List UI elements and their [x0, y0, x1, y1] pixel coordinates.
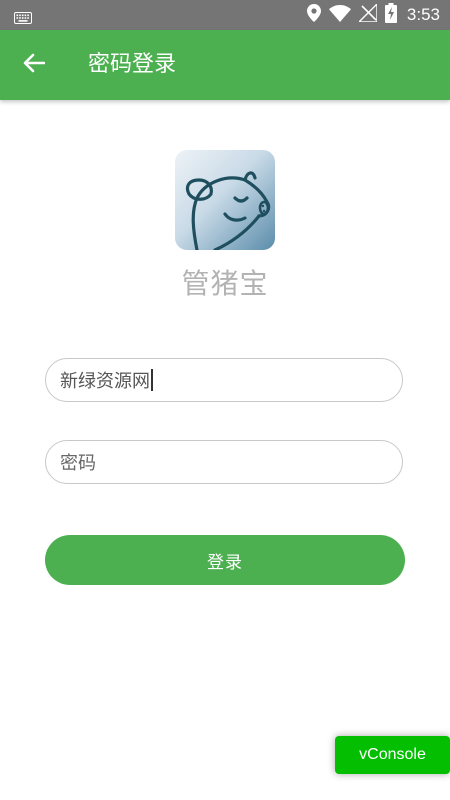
wifi-icon: [328, 4, 351, 26]
password-field[interactable]: 密码: [45, 440, 403, 484]
username-value: 新绿资源网: [60, 371, 150, 392]
text-caret: [151, 369, 153, 391]
arrow-left-icon: [23, 53, 46, 77]
back-button[interactable]: [16, 47, 52, 83]
login-button[interactable]: 登录: [45, 535, 405, 585]
location-icon: [306, 4, 321, 26]
username-field[interactable]: 新绿资源网: [45, 358, 403, 402]
password-placeholder: 密码: [60, 453, 96, 474]
login-screen: 3:53 密码登录 管猪宝 新绿资源网 密码 登录 vConsole: [0, 0, 450, 800]
status-bar: 3:53: [0, 0, 450, 30]
battery-charging-icon: [384, 3, 397, 27]
signal-off-icon: [357, 2, 378, 26]
app-name: 管猪宝: [181, 267, 269, 300]
status-icons: 3:53: [306, 0, 440, 30]
page-title: 密码登录: [88, 52, 177, 77]
app-bar: 密码登录: [0, 30, 450, 100]
pig-logo-icon: [175, 150, 275, 250]
status-time: 3:53: [406, 5, 440, 24]
keyboard-icon: [14, 9, 32, 28]
vconsole-button[interactable]: vConsole: [335, 736, 450, 774]
